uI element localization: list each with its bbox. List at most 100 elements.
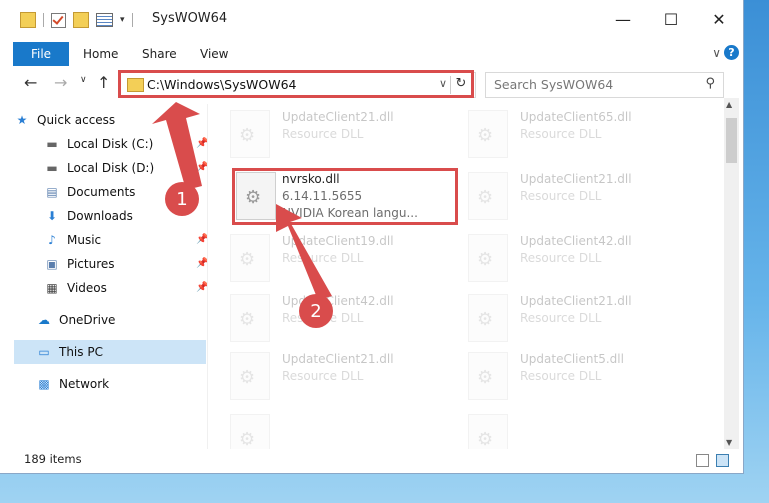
list-item[interactable]: UpdateClient21.dll Resource DLL xyxy=(210,348,440,404)
dll-file-icon xyxy=(468,352,508,400)
sidebar-item-label: Pictures xyxy=(67,257,115,271)
list-item[interactable]: UpdateClient65.dll Resource DLL xyxy=(448,106,678,162)
details-view-icon[interactable] xyxy=(696,454,709,467)
folder-icon xyxy=(20,12,36,28)
documents-icon: ▤ xyxy=(46,185,58,199)
file-type: Resource DLL xyxy=(282,127,364,141)
sidebar-item-videos[interactable]: ▦ Videos xyxy=(44,276,107,300)
pictures-icon: ▣ xyxy=(46,257,58,271)
item-count: 189 items xyxy=(24,452,82,466)
drive-icon: ▬ xyxy=(46,161,58,175)
address-bar[interactable]: C:\Windows\SysWOW64 ∨ ↻ xyxy=(120,72,476,98)
file-type: Resource DLL xyxy=(520,369,602,383)
sidebar-item-network[interactable]: ▩ Network xyxy=(36,372,109,396)
dll-file-icon xyxy=(468,414,508,449)
maximize-button[interactable]: ☐ xyxy=(647,0,695,38)
tab-home[interactable]: Home xyxy=(83,47,118,61)
cloud-icon: ☁ xyxy=(38,313,50,327)
list-item-partial[interactable] xyxy=(448,410,678,449)
sidebar-item-label: Quick access xyxy=(37,113,116,127)
sidebar-item-label: Documents xyxy=(67,185,136,199)
dll-file-icon xyxy=(468,172,508,220)
sidebar-item-documents[interactable]: ▤ Documents xyxy=(44,180,135,204)
close-button[interactable]: ✕ xyxy=(695,0,743,38)
refresh-icon[interactable]: ↻ xyxy=(450,76,471,94)
vertical-scrollbar[interactable]: ▲ ▼ xyxy=(724,98,739,449)
file-type: Resource DLL xyxy=(520,189,602,203)
file-type: Resource DLL xyxy=(520,311,602,325)
ribbon-tabs: File Home Share View ∨ ? xyxy=(0,42,743,66)
dll-file-icon xyxy=(230,234,270,282)
tab-view[interactable]: View xyxy=(200,47,228,61)
star-icon: ★ xyxy=(16,113,28,127)
file-name: UpdateClient21.dll xyxy=(282,352,394,366)
minimize-button[interactable]: — xyxy=(599,0,647,38)
dll-file-icon xyxy=(468,234,508,282)
file-list: UpdateClient21.dll Resource DLL UpdateCl… xyxy=(210,104,725,449)
sidebar-item-onedrive[interactable]: ☁ OneDrive xyxy=(36,308,115,332)
scrollbar-thumb[interactable] xyxy=(726,118,737,163)
dll-file-icon xyxy=(230,352,270,400)
sidebar-item-local-disk-d[interactable]: ▬ Local Disk (D:) xyxy=(44,156,154,180)
dll-file-icon xyxy=(230,294,270,342)
sidebar-item-local-disk-c[interactable]: ▬ Local Disk (C:) xyxy=(44,132,153,156)
pane-divider xyxy=(207,104,208,449)
forward-arrow-icon[interactable]: → xyxy=(54,73,67,92)
file-name: UpdateClient21.dll xyxy=(282,110,394,124)
sidebar-item-label: OneDrive xyxy=(59,313,116,327)
navigation-pane: ★ Quick access ▬ Local Disk (C:) 📌 ▬ Loc… xyxy=(0,104,208,449)
step-marker-1: 1 xyxy=(165,182,199,216)
sidebar-item-this-pc[interactable]: ▭ This PC xyxy=(14,340,206,364)
list-item[interactable]: UpdateClient21.dll Resource DLL xyxy=(448,168,678,224)
new-folder-icon[interactable] xyxy=(73,12,89,28)
scroll-up-icon[interactable]: ▲ xyxy=(726,100,732,109)
list-item[interactable]: UpdateClient21.dll Resource DLL xyxy=(448,290,678,346)
file-explorer-window: ▾ SysWOW64 — ☐ ✕ File Home Share View ∨ … xyxy=(0,0,744,474)
sidebar-item-pictures[interactable]: ▣ Pictures xyxy=(44,252,115,276)
list-item[interactable]: UpdateClient21.dll Resource DLL xyxy=(210,106,440,162)
status-bar: 189 items xyxy=(0,449,743,471)
properties-check-icon[interactable] xyxy=(51,12,66,28)
list-item[interactable]: UpdateClient19.dll Resource DLL xyxy=(210,230,440,286)
sidebar-item-label: Videos xyxy=(67,281,107,295)
drive-icon: ▬ xyxy=(46,137,58,151)
chevron-down-icon[interactable]: ∨ xyxy=(439,77,447,90)
list-item[interactable]: UpdateClient42.dll Resource DLL xyxy=(448,230,678,286)
film-icon: ▦ xyxy=(46,281,58,295)
dll-file-icon xyxy=(468,294,508,342)
sidebar-item-label: Music xyxy=(67,233,102,247)
sidebar-item-downloads[interactable]: ⬇ Downloads xyxy=(44,204,133,228)
quick-access-toolbar: ▾ xyxy=(20,12,133,28)
tab-file[interactable]: File xyxy=(13,42,69,66)
sidebar-item-quick-access[interactable]: ★ Quick access xyxy=(14,108,116,132)
up-arrow-icon[interactable]: ↑ xyxy=(97,73,110,92)
search-icon[interactable]: ⚲ xyxy=(705,76,715,91)
customize-dropdown-icon[interactable]: ▾ xyxy=(120,15,125,25)
search-input[interactable]: Search SysWOW64 ⚲ xyxy=(485,72,724,98)
list-item-partial[interactable] xyxy=(210,410,440,449)
toolbar-separator xyxy=(43,13,44,27)
recent-locations-icon[interactable]: ∨ xyxy=(80,75,87,85)
large-icons-view-icon[interactable] xyxy=(716,454,729,467)
back-arrow-icon[interactable]: ← xyxy=(24,73,37,92)
address-path[interactable]: C:\Windows\SysWOW64 xyxy=(147,77,296,92)
file-highlight-box xyxy=(232,168,458,225)
properties-icon[interactable] xyxy=(96,13,113,27)
expand-ribbon-icon[interactable]: ∨ xyxy=(712,46,721,60)
dll-file-icon xyxy=(230,110,270,158)
list-item[interactable]: UpdateClient5.dll Resource DLL xyxy=(448,348,678,404)
monitor-icon: ▭ xyxy=(38,345,50,359)
sidebar-item-music[interactable]: ♪ Music xyxy=(44,228,101,252)
download-arrow-icon: ⬇ xyxy=(46,209,58,223)
sidebar-item-label: This PC xyxy=(59,345,103,359)
step-marker-2: 2 xyxy=(299,294,333,328)
file-name: UpdateClient21.dll xyxy=(520,172,632,186)
file-name: UpdateClient42.dll xyxy=(520,234,632,248)
file-type: Resource DLL xyxy=(520,127,602,141)
toolbar-separator xyxy=(131,13,133,27)
file-name: UpdateClient5.dll xyxy=(520,352,624,366)
file-type: Resource DLL xyxy=(282,251,364,265)
scroll-down-icon[interactable]: ▼ xyxy=(726,438,732,447)
tab-share[interactable]: Share xyxy=(142,47,177,61)
help-icon[interactable]: ? xyxy=(724,45,739,60)
